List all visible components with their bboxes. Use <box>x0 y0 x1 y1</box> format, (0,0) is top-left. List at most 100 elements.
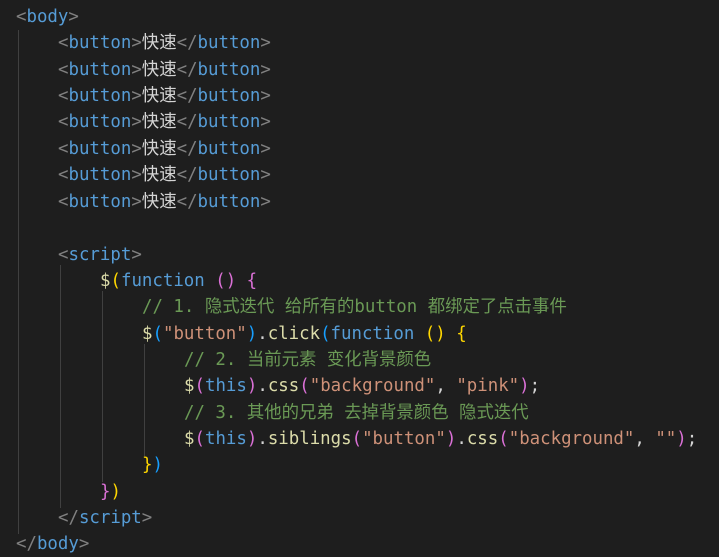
angle-bracket: </ <box>176 139 198 159</box>
angle-bracket: > <box>131 86 142 106</box>
jquery-dollar: $ <box>184 376 195 396</box>
angle-bracket: > <box>131 60 142 80</box>
angle-bracket: > <box>260 86 271 106</box>
code-line-comment[interactable]: // 2. 当前元素 变化背景颜色 <box>0 347 431 373</box>
button-text: 快速 <box>141 112 177 132</box>
angle-bracket: > <box>131 112 142 132</box>
button-text: 快速 <box>141 60 177 80</box>
code-line-button[interactable]: <button>快速</button> <box>0 30 271 56</box>
bracket: ( <box>152 324 163 344</box>
bracket: ( <box>498 429 509 449</box>
dot: . <box>257 324 268 344</box>
angle-bracket: </ <box>176 112 198 132</box>
button-text: 快速 <box>141 86 177 106</box>
angle-bracket: > <box>260 60 271 80</box>
code-line-button[interactable]: <button>快速</button> <box>0 83 271 109</box>
tag-name: script <box>68 245 132 265</box>
angle-bracket: < <box>58 112 69 132</box>
code-line-css[interactable]: $(this).css("background", "pink"); <box>0 373 540 399</box>
tag-name: button <box>68 165 132 185</box>
string: "background" <box>508 429 635 449</box>
angle-bracket: </ <box>58 508 79 528</box>
code-line-close-click[interactable]: }) <box>0 452 163 478</box>
jquery-dollar: $ <box>142 324 153 344</box>
angle-bracket: < <box>58 60 69 80</box>
angle-bracket: </ <box>176 33 198 53</box>
code-line-ready[interactable]: $(function () { <box>0 268 257 294</box>
code-line-button[interactable]: <button>快速</button> <box>0 189 271 215</box>
bracket: ) <box>445 429 457 449</box>
tag-name: button <box>68 33 132 53</box>
tag-name: body <box>26 7 69 27</box>
button-text: 快速 <box>141 165 177 185</box>
tag-name: button <box>197 165 261 185</box>
method-name: siblings <box>267 429 352 449</box>
bracket: () <box>424 324 446 344</box>
bracket: ) <box>246 324 258 344</box>
code-line-button[interactable]: <button>快速</button> <box>0 57 271 83</box>
code-line-body-close[interactable]: </body> <box>0 531 89 557</box>
jquery-dollar: $ <box>184 429 195 449</box>
code-line-close-ready[interactable]: }) <box>0 479 121 505</box>
string: "background" <box>309 376 436 396</box>
button-text: 快速 <box>141 33 177 53</box>
dot: . <box>257 376 268 396</box>
method-name: click <box>267 324 321 344</box>
tag-name: button <box>68 192 132 212</box>
bracket: ) <box>676 429 687 449</box>
jquery-dollar: $ <box>100 271 111 291</box>
tag-name: button <box>68 60 132 80</box>
angle-bracket: > <box>131 245 142 265</box>
angle-bracket: > <box>260 165 271 185</box>
comment: // 3. 其他的兄弟 去掉背景颜色 隐式迭代 <box>184 403 529 423</box>
dot: . <box>456 429 467 449</box>
bracket: ( <box>194 429 205 449</box>
code-line-1[interactable]: <body> <box>0 4 79 30</box>
tag-name: button <box>197 60 261 80</box>
bracket: ) <box>110 482 121 502</box>
code-line-click[interactable]: $("button").click(function () { <box>0 321 467 347</box>
code-editor[interactable]: <body> <button>快速</button> <button>快速</b… <box>0 0 719 557</box>
angle-bracket: < <box>58 139 69 159</box>
code-line-siblings[interactable]: $(this).siblings("button").css("backgrou… <box>0 426 697 452</box>
bracket: () <box>215 271 237 291</box>
code-line-script-close[interactable]: </script> <box>0 505 152 531</box>
angle-bracket: > <box>78 534 90 554</box>
angle-bracket: </ <box>176 60 198 80</box>
angle-bracket: < <box>58 165 69 185</box>
bracket: } <box>100 482 111 502</box>
angle-bracket: > <box>260 192 271 212</box>
bracket: ( <box>110 271 121 291</box>
code-line-comment[interactable]: // 1. 隐式迭代 给所有的button 都绑定了点击事件 <box>0 294 567 320</box>
code-line-script-open[interactable]: <script> <box>0 242 142 268</box>
code-line-button[interactable]: <button>快速</button> <box>0 109 271 135</box>
bracket: ( <box>351 429 363 449</box>
bracket: ) <box>519 376 530 396</box>
angle-bracket: > <box>260 139 271 159</box>
code-line-button[interactable]: <button>快速</button> <box>0 136 271 162</box>
bracket: ( <box>299 376 310 396</box>
bracket: { <box>246 271 258 291</box>
comma: , <box>634 429 656 449</box>
dot: . <box>257 429 268 449</box>
tag-name: button <box>68 112 132 132</box>
code-line-comment[interactable]: // 3. 其他的兄弟 去掉背景颜色 隐式迭代 <box>0 400 529 426</box>
angle-bracket: > <box>260 112 271 132</box>
bracket: ( <box>194 376 205 396</box>
angle-bracket: > <box>131 192 142 212</box>
angle-bracket: </ <box>176 192 198 212</box>
string: "pink" <box>456 376 520 396</box>
angle-bracket: < <box>58 86 69 106</box>
angle-bracket: > <box>68 7 79 27</box>
code-line-button[interactable]: <button>快速</button> <box>0 162 271 188</box>
string: "" <box>655 429 677 449</box>
tag-name: script <box>78 508 142 528</box>
bracket: ) <box>246 376 258 396</box>
keyword: this <box>204 429 247 449</box>
tag-name: button <box>197 192 261 212</box>
bracket: ( <box>320 324 331 344</box>
bracket: ) <box>246 429 258 449</box>
angle-bracket: > <box>131 165 142 185</box>
